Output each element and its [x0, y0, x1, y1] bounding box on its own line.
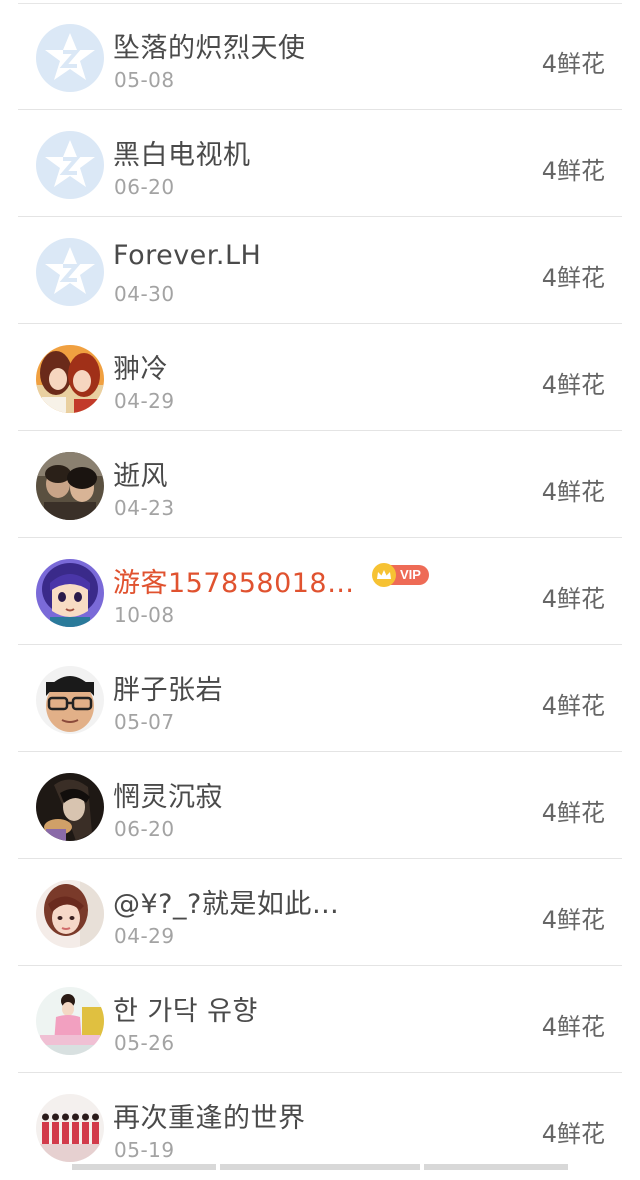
gift-date: 05-19 [114, 1138, 175, 1162]
gift-count: 4鲜花 [541, 50, 605, 78]
list-item[interactable]: 逝风 04-23 4鲜花 [0, 432, 640, 538]
gift-date: 06-20 [114, 175, 175, 199]
gift-date: 05-07 [114, 710, 175, 734]
crown-icon [372, 563, 396, 587]
user-name[interactable]: 黑白电视机 [113, 133, 251, 172]
gift-date: 04-30 [114, 282, 175, 306]
gift-date: 05-26 [114, 1031, 175, 1055]
vip-badge[interactable]: VIP [372, 563, 429, 587]
row-divider [18, 323, 622, 324]
list-item[interactable]: 惘灵沉寂 06-20 4鲜花 [0, 753, 640, 859]
glasses-man-avatar[interactable] [36, 666, 104, 734]
gift-count: 4鲜花 [541, 371, 605, 399]
user-name[interactable]: Forever.LH [113, 240, 261, 271]
user-name[interactable]: 再次重逢的世界 [113, 1096, 306, 1135]
anime-girls-avatar[interactable] [36, 345, 104, 413]
gift-count: 4鲜花 [541, 478, 605, 506]
row-divider [18, 430, 622, 431]
user-name[interactable]: 惘灵沉寂 [113, 775, 223, 814]
gift-count: 4鲜花 [541, 692, 605, 720]
gift-count: 4鲜花 [541, 264, 605, 292]
row-divider [18, 644, 622, 645]
gift-date: 04-23 [114, 496, 175, 520]
gift-count: 4鲜花 [541, 799, 605, 827]
gift-count: 4鲜花 [541, 1120, 605, 1148]
user-name[interactable]: 한 가닥 유향 [113, 989, 258, 1028]
gift-count: 4鲜花 [541, 157, 605, 185]
default-avatar-icon[interactable] [36, 238, 104, 306]
gift-date: 06-20 [114, 817, 175, 841]
girl-photo-avatar[interactable] [36, 880, 104, 948]
user-name[interactable]: 逝风 [113, 454, 168, 493]
list-item[interactable]: 黑白电视机 06-20 4鲜花 [0, 111, 640, 217]
toolbar-segment [220, 1164, 420, 1170]
gift-list: 坠落的炽烈天使 05-08 4鲜花 黑白电视机 06-20 4鲜花 Foreve… [0, 0, 640, 1170]
toolbar-segment [424, 1164, 568, 1170]
row-divider [18, 858, 622, 859]
user-name[interactable]: 翀冷 [113, 347, 168, 386]
default-avatar-icon[interactable] [36, 24, 104, 92]
user-name[interactable]: @¥?_?就是如此… [113, 882, 339, 921]
gift-date: 05-08 [114, 68, 175, 92]
gift-date: 04-29 [114, 389, 175, 413]
row-divider [18, 216, 622, 217]
dark-anime-avatar[interactable] [36, 773, 104, 841]
gift-date: 10-08 [114, 603, 175, 627]
gift-date: 04-29 [114, 924, 175, 948]
group-photo-avatar[interactable] [36, 1094, 104, 1162]
default-avatar-icon[interactable] [36, 131, 104, 199]
toolbar-segment [72, 1164, 216, 1170]
list-item[interactable]: 胖子张岩 05-07 4鲜花 [0, 646, 640, 752]
row-divider [18, 1072, 622, 1073]
row-divider [18, 965, 622, 966]
gift-count: 4鲜花 [541, 906, 605, 934]
bottom-toolbar-edge [0, 1164, 640, 1170]
user-name[interactable]: 胖子张岩 [113, 668, 223, 707]
list-item[interactable]: Forever.LH 04-30 4鲜花 [0, 218, 640, 324]
cartoon-face-avatar[interactable] [36, 559, 104, 627]
gift-count: 4鲜花 [541, 1013, 605, 1041]
user-name[interactable]: 坠落的炽烈天使 [113, 26, 306, 65]
row-divider [18, 109, 622, 110]
row-divider [18, 751, 622, 752]
pink-girl-avatar[interactable] [36, 987, 104, 1055]
list-item[interactable]: 坠落的炽烈天使 05-08 4鲜花 [0, 4, 640, 110]
couple-photo-avatar[interactable] [36, 452, 104, 520]
list-item[interactable]: @¥?_?就是如此… 04-29 4鲜花 [0, 860, 640, 966]
list-item[interactable]: 한 가닥 유향 05-26 4鲜花 [0, 967, 640, 1073]
list-item[interactable]: 游客157858018… VIP 10-08 4鲜花 [0, 539, 640, 645]
user-name[interactable]: 游客157858018… [113, 561, 355, 600]
row-divider [18, 537, 622, 538]
gift-count: 4鲜花 [541, 585, 605, 613]
list-item[interactable]: 翀冷 04-29 4鲜花 [0, 325, 640, 431]
